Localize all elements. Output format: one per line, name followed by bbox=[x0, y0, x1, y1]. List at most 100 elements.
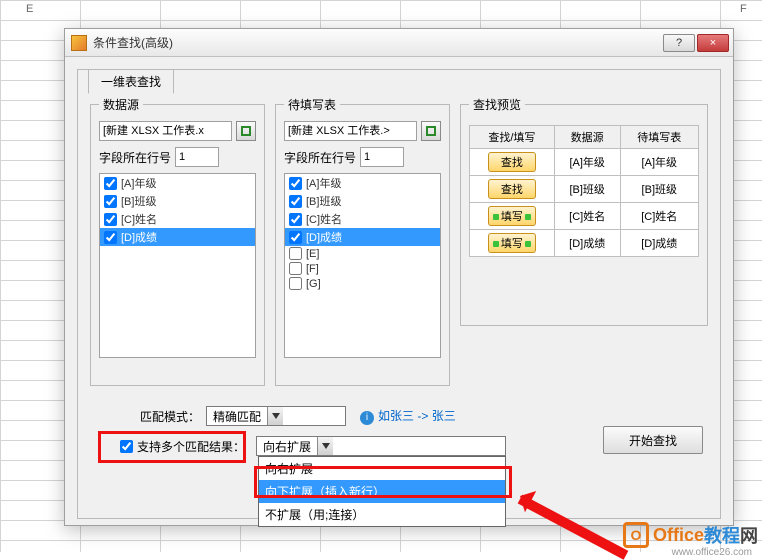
preview-src: [B]班级 bbox=[554, 176, 620, 203]
item-checkbox[interactable] bbox=[104, 177, 117, 190]
item-label: [C]姓名 bbox=[121, 211, 157, 227]
dropdown-option[interactable]: 不扩展（用;连接） bbox=[259, 503, 505, 526]
table-row: 查找 [B]班级[B]班级 bbox=[470, 176, 699, 203]
match-mode-label: 匹配模式： bbox=[140, 408, 200, 425]
item-checkbox[interactable] bbox=[289, 195, 302, 208]
source-path-input[interactable]: [新建 XLSX 工作表.x bbox=[99, 121, 232, 141]
target-listbox[interactable]: [A]年级 [B]班级 [C]姓名 [D]成绩 [E] [F] [G] bbox=[284, 173, 441, 358]
help-button[interactable]: ? bbox=[663, 34, 695, 52]
list-item[interactable]: [D]成绩 bbox=[100, 228, 255, 246]
table-row: 填写 [D]成绩[D]成绩 bbox=[470, 230, 699, 257]
tab-frame: 一维表查找 数据源 [新建 XLSX 工作表.x 字段所在行号 [A]年级[B]… bbox=[77, 69, 721, 519]
item-label: [A]年级 bbox=[121, 175, 156, 191]
tab-1d[interactable]: 一维表查找 bbox=[88, 69, 174, 94]
item-checkbox[interactable] bbox=[104, 231, 117, 244]
highlight-box-2 bbox=[254, 466, 512, 498]
target-legend: 待填写表 bbox=[284, 96, 340, 113]
watermark-text-2: 教程 bbox=[704, 522, 740, 548]
item-checkbox[interactable] bbox=[289, 262, 302, 275]
table-row: 填写 [C]姓名[C]姓名 bbox=[470, 203, 699, 230]
preview-tgt: [B]班级 bbox=[620, 176, 698, 203]
item-checkbox[interactable] bbox=[289, 177, 302, 190]
item-label: [D]成绩 bbox=[306, 229, 342, 245]
watermark-url: www.office26.com bbox=[672, 547, 752, 558]
preview-legend: 查找预览 bbox=[469, 96, 525, 113]
find-badge[interactable]: 查找 bbox=[488, 179, 536, 199]
col-e: E bbox=[26, 3, 33, 15]
range-icon bbox=[426, 126, 436, 136]
item-label: [F] bbox=[306, 263, 319, 275]
dropdown-arrow-icon bbox=[317, 437, 333, 455]
preview-tgt: [C]姓名 bbox=[620, 203, 698, 230]
list-item[interactable]: [G] bbox=[285, 276, 440, 291]
list-item[interactable]: [B]班级 bbox=[285, 192, 440, 210]
list-item[interactable]: [D]成绩 bbox=[285, 228, 440, 246]
close-button[interactable]: × bbox=[697, 34, 729, 52]
dialog-window: 条件查找(高级) ? × 一维表查找 数据源 [新建 XLSX 工作表.x 字段… bbox=[64, 28, 734, 526]
multi-combo[interactable]: 向右扩展 bbox=[256, 436, 506, 456]
source-row-input[interactable] bbox=[175, 147, 219, 167]
list-item[interactable]: [B]班级 bbox=[100, 192, 255, 210]
titlebar[interactable]: 条件查找(高级) ? × bbox=[65, 29, 733, 57]
match-mode-combo[interactable]: 精确匹配 bbox=[206, 406, 346, 426]
preview-col1: 查找/填写 bbox=[470, 126, 555, 149]
preview-src: [D]成绩 bbox=[554, 230, 620, 257]
match-hint-text: 如张三 -> 张三 bbox=[378, 409, 456, 423]
target-path-input[interactable]: [新建 XLSX 工作表.> bbox=[284, 121, 417, 141]
source-row-label: 字段所在行号 bbox=[99, 149, 171, 166]
fill-badge[interactable]: 填写 bbox=[488, 206, 536, 226]
preview-table: 查找/填写 数据源 待填写表 查找[A]年级[A]年级查找[B]班级[B]班级填… bbox=[469, 125, 699, 257]
item-label: [G] bbox=[306, 278, 321, 290]
start-search-button[interactable]: 开始查找 bbox=[603, 426, 703, 454]
list-item[interactable]: [A]年级 bbox=[100, 174, 255, 192]
item-checkbox[interactable] bbox=[104, 195, 117, 208]
item-checkbox[interactable] bbox=[289, 213, 302, 226]
info-icon: i bbox=[360, 411, 374, 425]
match-mode-value: 精确匹配 bbox=[207, 408, 267, 425]
item-checkbox[interactable] bbox=[289, 247, 302, 260]
table-row: 查找 [A]年级[A]年级 bbox=[470, 149, 699, 176]
item-label: [A]年级 bbox=[306, 175, 341, 191]
list-item[interactable]: [F] bbox=[285, 261, 440, 276]
list-item[interactable]: [C]姓名 bbox=[285, 210, 440, 228]
source-pick-button[interactable] bbox=[236, 121, 256, 141]
watermark: O Office 教程 网 www.office26.com bbox=[623, 522, 758, 548]
dropdown-arrow-icon bbox=[267, 407, 283, 425]
fill-badge[interactable]: 填写 bbox=[488, 233, 536, 253]
preview-tgt: [A]年级 bbox=[620, 149, 698, 176]
group-target: 待填写表 [新建 XLSX 工作表.> 字段所在行号 [A]年级 [B]班级 [C]… bbox=[275, 96, 450, 386]
preview-src: [C]姓名 bbox=[554, 203, 620, 230]
multi-combo-value: 向右扩展 bbox=[257, 438, 317, 455]
source-listbox[interactable]: [A]年级 [B]班级 [C]姓名[D]成绩 bbox=[99, 173, 256, 358]
multi-match-row: 支持多个匹配结果： bbox=[120, 438, 245, 455]
watermark-logo-icon: O bbox=[623, 522, 649, 548]
list-item[interactable]: [C]姓名 bbox=[100, 210, 255, 228]
range-icon bbox=[241, 126, 251, 136]
app-icon bbox=[71, 35, 87, 51]
column-headers: E F bbox=[0, 3, 762, 19]
target-pick-button[interactable] bbox=[421, 121, 441, 141]
list-item[interactable]: [E] bbox=[285, 246, 440, 261]
find-badge[interactable]: 查找 bbox=[488, 152, 536, 172]
multi-label: 支持多个匹配结果： bbox=[137, 438, 245, 455]
target-row-label: 字段所在行号 bbox=[284, 149, 356, 166]
item-label: [E] bbox=[306, 248, 319, 260]
list-item[interactable]: [A]年级 bbox=[285, 174, 440, 192]
target-row-input[interactable] bbox=[360, 147, 404, 167]
watermark-text-3: 网 bbox=[740, 522, 758, 548]
item-checkbox[interactable] bbox=[104, 213, 117, 226]
source-legend: 数据源 bbox=[99, 96, 143, 113]
col-f: F bbox=[740, 3, 747, 15]
preview-tgt: [D]成绩 bbox=[620, 230, 698, 257]
item-label: [B]班级 bbox=[306, 193, 341, 209]
match-hint: i 如张三 -> 张三 bbox=[360, 407, 456, 425]
item-label: [C]姓名 bbox=[306, 211, 342, 227]
multi-checkbox[interactable]: 支持多个匹配结果： bbox=[120, 438, 245, 455]
group-source: 数据源 [新建 XLSX 工作表.x 字段所在行号 [A]年级 [B]班级 [C]姓… bbox=[90, 96, 265, 386]
item-checkbox[interactable] bbox=[289, 277, 302, 290]
item-checkbox[interactable] bbox=[289, 231, 302, 244]
preview-src: [A]年级 bbox=[554, 149, 620, 176]
group-preview: 查找预览 查找/填写 数据源 待填写表 查找[A]年级[A]年级查找[B]班级[… bbox=[460, 96, 708, 326]
item-label: [B]班级 bbox=[121, 193, 156, 209]
watermark-text-1: Office bbox=[653, 525, 704, 546]
